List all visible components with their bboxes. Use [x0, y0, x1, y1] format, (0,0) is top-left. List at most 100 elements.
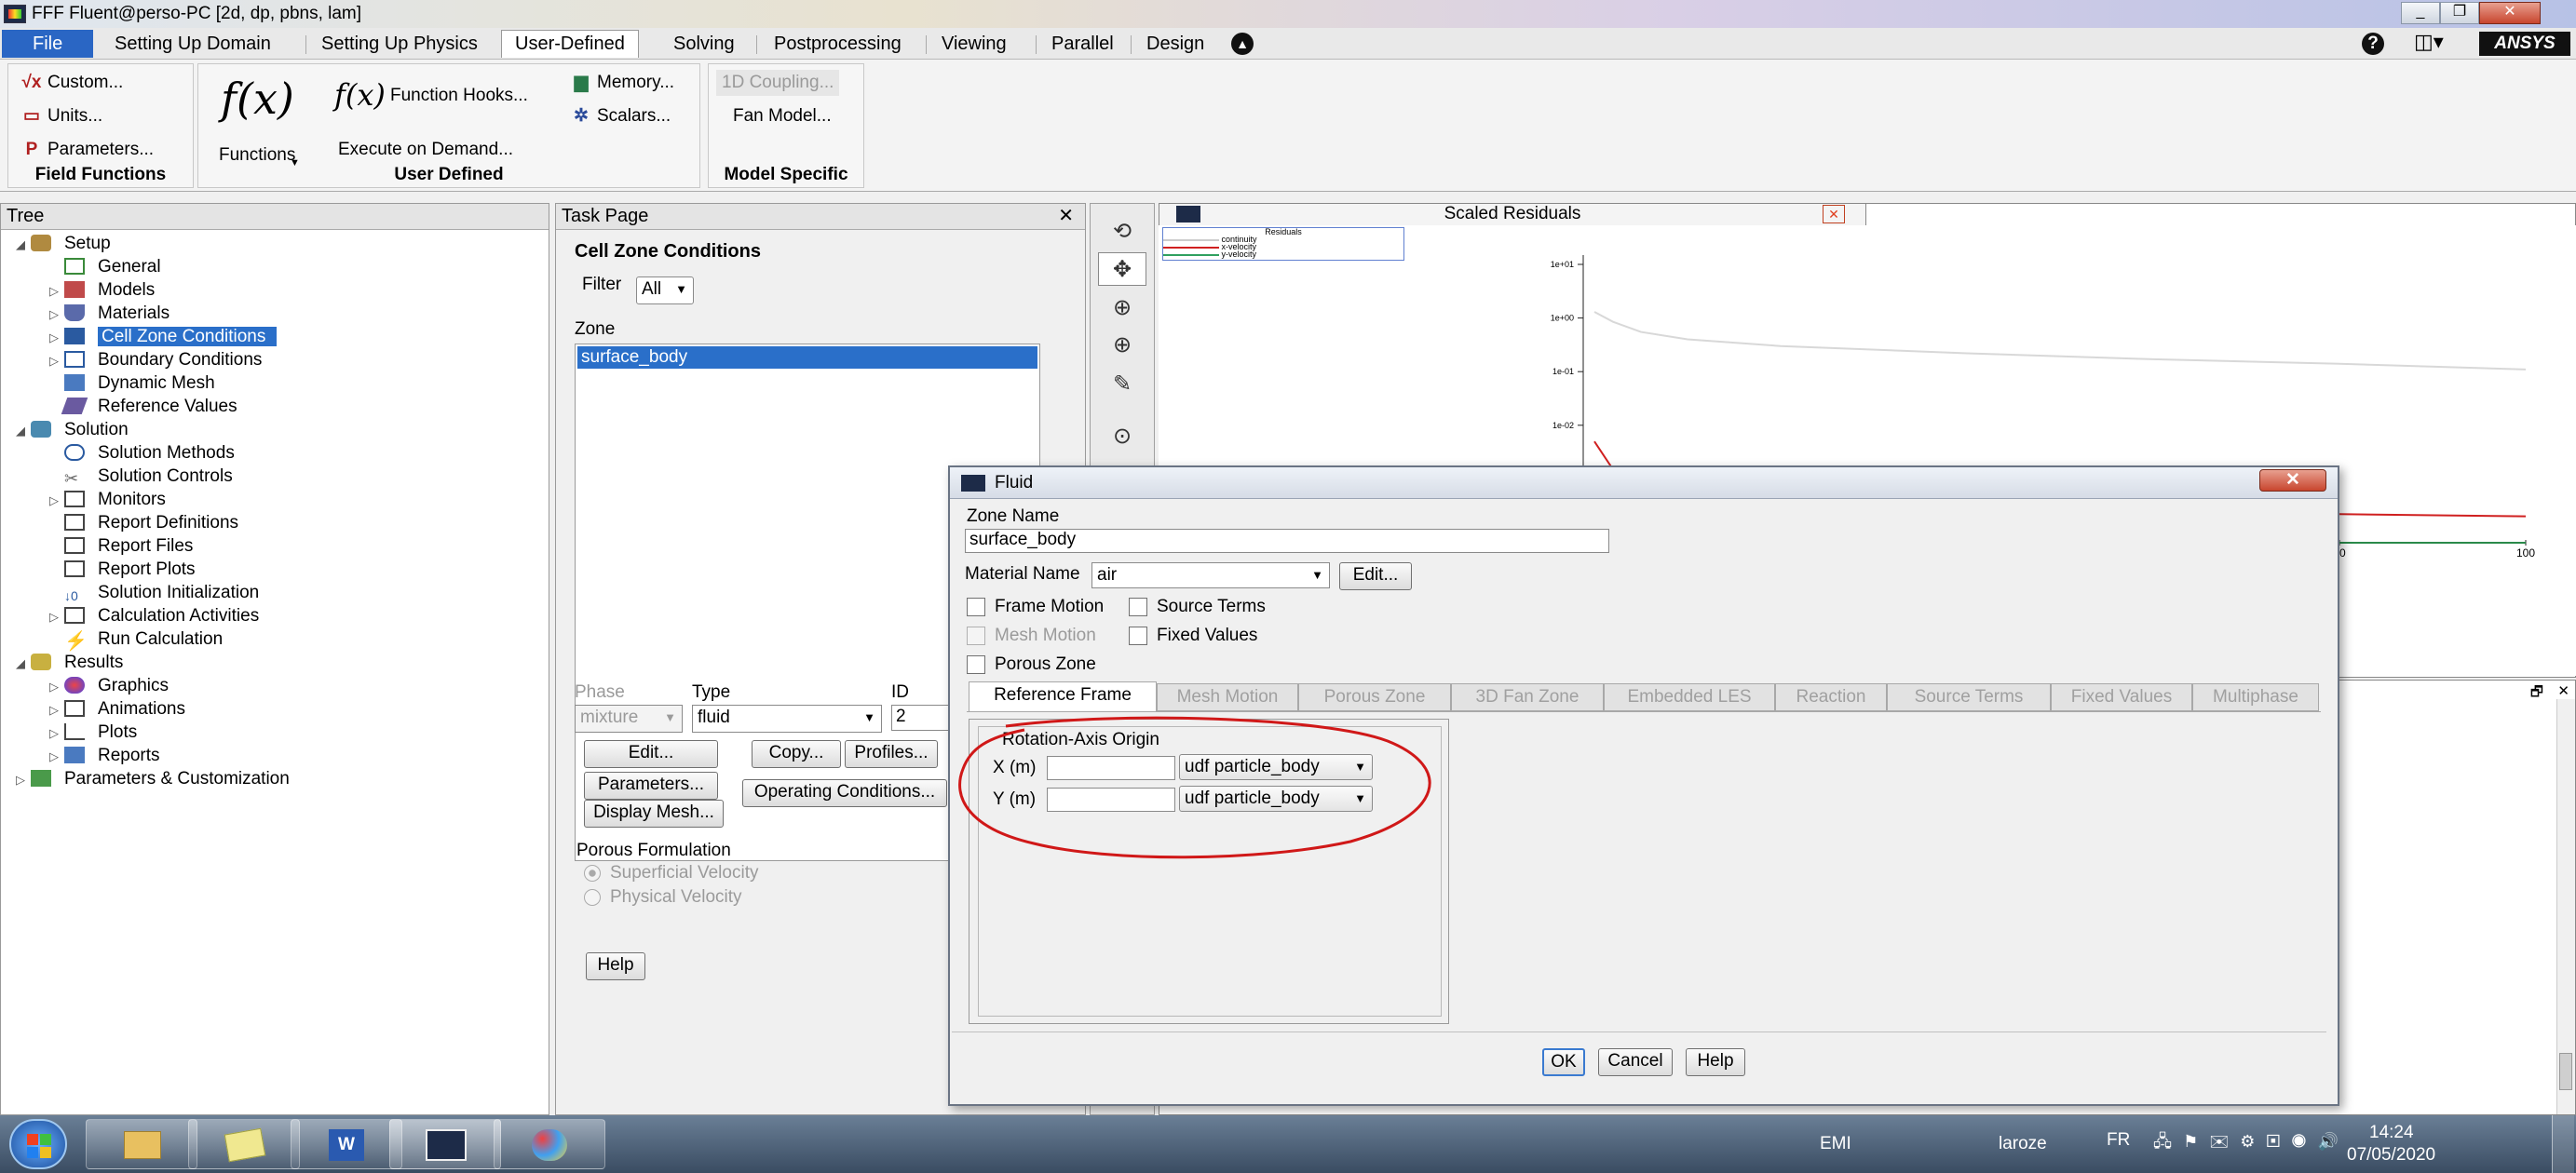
menu-parallel[interactable]: Parallel [1037, 30, 1128, 58]
menu-file[interactable]: File [2, 30, 94, 58]
superficial-velocity-radio[interactable] [584, 865, 601, 882]
layout-icon[interactable]: ◫▾ [2414, 30, 2444, 54]
clock-time[interactable]: 14:24 [2369, 1123, 2414, 1143]
physical-velocity-radio[interactable] [584, 889, 601, 906]
tree-item-solution[interactable]: ◢ Solution [16, 418, 129, 441]
dialog-close-button[interactable]: ✕ [2259, 469, 2326, 492]
maximize-icon[interactable]: 🗗 [2530, 682, 2543, 706]
expand-icon[interactable]: ▷ [49, 745, 64, 768]
tree-item-report-plots[interactable]: Report Plots [49, 558, 196, 581]
custom-button[interactable]: √x Custom... [21, 70, 124, 96]
menu-viewing[interactable]: Viewing [928, 30, 1021, 58]
dialog-help-button[interactable]: Help [1686, 1048, 1745, 1076]
tab-reference-frame[interactable]: Reference Frame [969, 681, 1157, 711]
graphics-tab[interactable]: Scaled Residuals ✕ [1159, 203, 1866, 225]
fan-model-button[interactable]: Fan Model... [733, 103, 832, 129]
expand-icon[interactable]: ▷ [49, 326, 64, 349]
tree-item-reports[interactable]: ▷ Reports [49, 744, 160, 767]
frame-motion-checkbox[interactable] [967, 598, 985, 616]
zoom-fit-icon[interactable]: ⊙ [1098, 420, 1146, 453]
taskbar-explorer[interactable] [86, 1119, 197, 1169]
tree-item-solution-methods[interactable]: Solution Methods [49, 441, 235, 465]
material-edit-button[interactable]: Edit... [1339, 562, 1412, 590]
units-button[interactable]: ▭ Units... [21, 103, 102, 129]
expand-icon[interactable]: ▷ [49, 303, 64, 326]
tree-item-results[interactable]: ◢ Results [16, 651, 123, 674]
collapse-icon[interactable]: ◢ [16, 652, 31, 675]
list-item[interactable]: surface_body [577, 346, 1037, 369]
help-icon[interactable]: ? [2362, 33, 2384, 55]
phase-select[interactable]: mixture [575, 705, 683, 733]
material-name-select[interactable]: air [1091, 562, 1330, 588]
tab-multiphase[interactable]: Multiphase [2192, 683, 2319, 711]
tree-item-report-files[interactable]: Report Files [49, 534, 193, 558]
profiles-button[interactable]: Profiles... [845, 740, 938, 768]
collapse-icon[interactable]: ◢ [16, 419, 31, 442]
expand-icon[interactable]: ▷ [49, 349, 64, 372]
tab-source-terms[interactable]: Source Terms [1887, 683, 2051, 711]
expand-icon[interactable]: ▷ [49, 489, 64, 512]
expand-icon[interactable]: ▷ [49, 279, 64, 303]
type-select[interactable]: fluid [692, 705, 882, 733]
expand-icon[interactable]: ▷ [49, 675, 64, 698]
tab-porous-zone[interactable]: Porous Zone [1298, 683, 1451, 711]
menu-user-defined[interactable]: User-Defined [501, 30, 639, 58]
close-icon[interactable]: ✕ [1823, 205, 1845, 223]
tree-item-monitors[interactable]: ▷ Monitors [49, 488, 166, 511]
language-indicator[interactable]: EMI [1820, 1134, 1851, 1154]
expand-icon[interactable]: ▷ [49, 605, 64, 628]
tab-3d-fan-zone[interactable]: 3D Fan Zone [1451, 683, 1604, 711]
display-mesh-button[interactable]: Display Mesh... [584, 800, 724, 828]
expand-icon[interactable]: ▷ [16, 768, 31, 791]
tab-mesh-motion[interactable]: Mesh Motion [1157, 683, 1298, 711]
tree-item-models[interactable]: ▷ Models [49, 278, 155, 302]
menu-design[interactable]: Design [1132, 30, 1218, 58]
tree-item-run-calculation[interactable]: ⚡ Run Calculation [49, 627, 223, 651]
tab-reaction[interactable]: Reaction [1775, 683, 1887, 711]
locale-indicator[interactable]: FR [2107, 1130, 2130, 1151]
id-field[interactable]: 2 [891, 705, 956, 731]
menu-solving[interactable]: Solving [659, 30, 749, 58]
tree-item-report-definitions[interactable]: Report Definitions [49, 511, 238, 534]
taskbar-fluent[interactable] [389, 1119, 501, 1169]
memory-button[interactable]: ▆ Memory... [571, 70, 674, 96]
tree-item-reference-values[interactable]: Reference Values [49, 395, 237, 418]
porous-zone-checkbox[interactable] [967, 655, 985, 674]
probe-icon[interactable]: ✎ [1098, 368, 1146, 401]
copy-button[interactable]: Copy... [752, 740, 841, 768]
zoom-in-icon[interactable]: ⊕ [1098, 291, 1146, 325]
tree-item-parameters-customization[interactable]: ▷ Parameters & Customization [16, 767, 290, 790]
expand-icon[interactable]: ▷ [49, 721, 64, 745]
restore-button[interactable]: ❐ [2440, 2, 2479, 24]
help-button[interactable]: Help [586, 952, 645, 980]
expand-icon[interactable]: ▷ [49, 698, 64, 721]
tree-item-solution-controls[interactable]: ✂ Solution Controls [49, 465, 233, 488]
scalars-button[interactable]: ✲ Scalars... [571, 103, 671, 129]
tree-item-boundary-conditions[interactable]: ▷ Boundary Conditions [49, 348, 262, 371]
tree-item-dynamic-mesh[interactable]: Dynamic Mesh [49, 371, 215, 395]
collapse-icon[interactable]: ◢ [16, 233, 31, 256]
tree-item-cell-zone-conditions[interactable]: ▷ Cell Zone Conditions [49, 325, 278, 349]
menu-setting-up-domain[interactable]: Setting Up Domain [101, 30, 285, 58]
tree-item-setup[interactable]: ◢ Setup [16, 232, 111, 255]
start-button[interactable] [9, 1119, 67, 1169]
clock-date[interactable]: 07/05/2020 [2347, 1145, 2435, 1166]
zoom-box-icon[interactable]: ⊕ [1098, 329, 1146, 362]
tree-item-materials[interactable]: ▷ Materials [49, 302, 169, 325]
console-scrollbar[interactable] [2556, 699, 2575, 1114]
show-desktop-button[interactable] [2552, 1115, 2574, 1173]
tree-item-animations[interactable]: ▷ Animations [49, 697, 185, 721]
close-window-button[interactable]: ✕ [2479, 2, 2541, 24]
1d-coupling-button[interactable]: 1D Coupling... [716, 70, 840, 96]
parameters-button[interactable]: Parameters... [584, 772, 718, 800]
zone-name-field[interactable]: surface_body [965, 529, 1609, 553]
taskbar-notes[interactable] [188, 1119, 300, 1169]
minimize-button[interactable]: _ [2401, 2, 2440, 24]
functions-fx-icon[interactable]: f(x) [221, 74, 294, 124]
collapse-ribbon-icon[interactable]: ▲ [1231, 33, 1254, 55]
source-terms-checkbox[interactable] [1129, 598, 1147, 616]
scrollbar-thumb[interactable] [2559, 1053, 2572, 1090]
execute-on-demand-button[interactable]: Execute on Demand... [338, 137, 513, 163]
taskbar-paint[interactable] [494, 1119, 605, 1169]
cancel-button[interactable]: Cancel [1598, 1048, 1673, 1076]
